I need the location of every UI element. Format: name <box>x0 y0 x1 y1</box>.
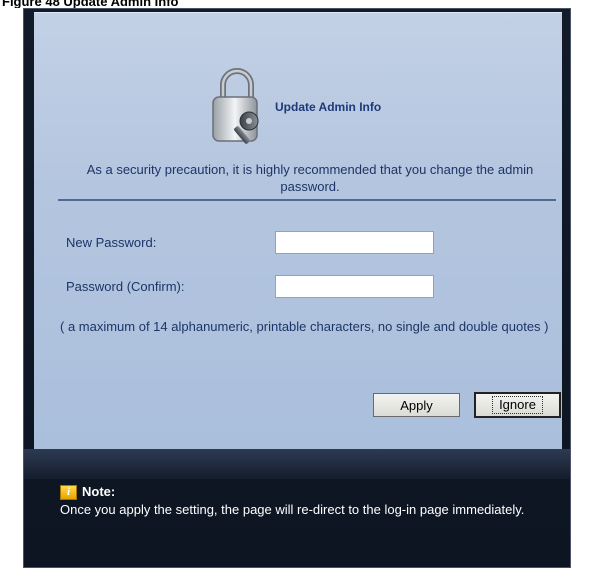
divider <box>58 199 556 201</box>
figure-caption-text: Figure 48 Update Admin Info <box>2 0 179 8</box>
lower-band <box>24 449 570 479</box>
confirm-password-input[interactable] <box>275 275 434 298</box>
dialog-title: Update Admin Info <box>275 100 382 114</box>
new-password-input[interactable] <box>275 231 434 254</box>
ignore-button[interactable]: Ignore <box>474 392 561 418</box>
info-icon: i <box>60 485 77 500</box>
password-hint: ( a maximum of 14 alphanumeric, printabl… <box>60 319 549 334</box>
confirm-password-label: Password (Confirm): <box>66 279 185 294</box>
note-text: Once you apply the setting, the page wil… <box>60 502 525 517</box>
note-title: Note: <box>82 484 116 499</box>
ignore-button-label: Ignore <box>492 396 543 414</box>
apply-button[interactable]: Apply <box>373 393 460 417</box>
lock-key-icon <box>212 68 259 144</box>
figure-caption: Figure 48 Update Admin Info <box>0 0 594 8</box>
new-password-label: New Password: <box>66 235 157 250</box>
security-message: As a security precaution, it is highly r… <box>86 162 534 194</box>
